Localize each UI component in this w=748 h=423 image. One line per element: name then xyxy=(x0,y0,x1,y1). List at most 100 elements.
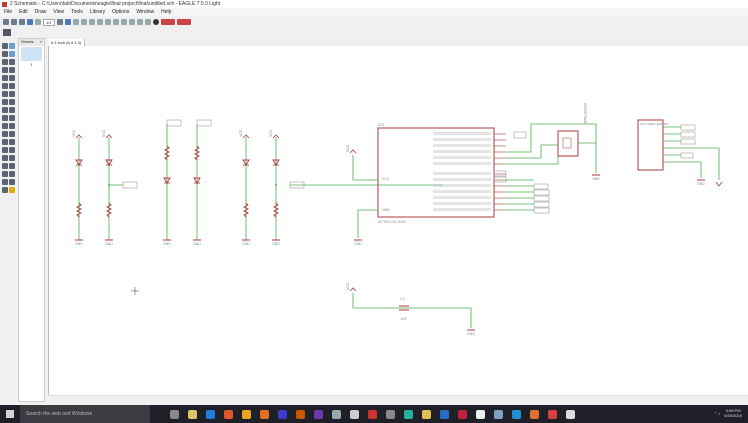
taskbar-app-icon[interactable] xyxy=(386,409,395,419)
zoom-out-icon[interactable] xyxy=(96,19,103,25)
taskbar-app-icon[interactable] xyxy=(242,409,251,419)
ic1[interactable]: IC1 ATTINY44-SSU VCC GND xyxy=(377,122,534,224)
erc-icon[interactable] xyxy=(2,179,8,185)
sheet-icon[interactable] xyxy=(3,29,11,36)
zoom-select[interactable]: 1/1 xyxy=(43,18,55,26)
taskbar-app-icon[interactable] xyxy=(476,409,485,419)
taskbar-app-icon[interactable] xyxy=(350,409,359,419)
add-icon[interactable] xyxy=(2,91,8,97)
grid-info-tab[interactable]: 0.1 inch (6.4 1.3) xyxy=(48,38,86,46)
save-icon[interactable] xyxy=(11,19,17,25)
undo-icon[interactable] xyxy=(120,19,127,25)
sheet-thumbnail[interactable] xyxy=(21,47,42,61)
taskbar-app-icon[interactable] xyxy=(404,409,413,419)
group-icon[interactable] xyxy=(2,75,8,81)
close-icon[interactable]: × xyxy=(40,39,42,46)
eye-icon[interactable] xyxy=(9,43,15,49)
text-icon[interactable] xyxy=(9,131,15,137)
taskbar-app-icon[interactable] xyxy=(260,409,269,419)
taskbar-search[interactable]: Search the web and Windows xyxy=(20,405,150,423)
menu-edit[interactable]: Edit xyxy=(19,9,28,15)
print-icon[interactable] xyxy=(19,19,25,25)
clock[interactable]: 5:08 PM 6/30/2016 xyxy=(724,408,742,418)
warning-icon[interactable] xyxy=(9,187,15,193)
network-icon[interactable]: ⌃ ♪ xyxy=(714,411,720,416)
menu-draw[interactable]: Draw xyxy=(35,9,47,15)
taskbar-app-icon[interactable] xyxy=(458,409,467,419)
menu-options[interactable]: Options xyxy=(112,9,129,15)
junction-icon[interactable] xyxy=(2,163,8,169)
errors-icon[interactable] xyxy=(9,179,15,185)
zoom-select-icon[interactable] xyxy=(112,19,119,25)
taskbar-app-icon[interactable] xyxy=(512,409,521,419)
script-icon[interactable] xyxy=(72,19,79,25)
wire-icon[interactable] xyxy=(2,131,8,137)
board-icon[interactable] xyxy=(35,19,41,25)
zoom-in-icon[interactable] xyxy=(88,19,95,25)
replace-icon[interactable] xyxy=(2,99,8,105)
frame-icon[interactable] xyxy=(2,187,8,193)
taskbar-app-icon[interactable] xyxy=(332,409,341,419)
paste-icon[interactable] xyxy=(2,83,8,89)
smash-icon[interactable] xyxy=(9,107,15,113)
horizontal-scrollbar[interactable] xyxy=(48,395,748,402)
rect-icon[interactable] xyxy=(2,147,8,153)
taskbar-app-icon[interactable] xyxy=(548,409,557,419)
taskbar-app-icon[interactable] xyxy=(278,409,287,419)
split-icon[interactable] xyxy=(2,115,8,121)
rotate-icon[interactable] xyxy=(9,67,15,73)
menu-view[interactable]: View xyxy=(53,9,64,15)
layers-icon[interactable] xyxy=(64,19,71,25)
invoke-icon[interactable] xyxy=(2,123,8,129)
net-icon[interactable] xyxy=(9,155,15,161)
cam-icon[interactable] xyxy=(27,19,33,25)
pinswap-icon[interactable] xyxy=(9,91,15,97)
taskbar-app-icon[interactable] xyxy=(296,409,305,419)
move-icon[interactable] xyxy=(2,59,8,65)
schematic-canvas[interactable]: VCC GND VCC GND VCC GND VCC GND GND GND IC1 ATTIN… xyxy=(48,46,748,395)
design-link-icon[interactable] xyxy=(160,19,175,25)
dimension-icon[interactable] xyxy=(9,171,15,177)
name-icon[interactable] xyxy=(9,99,15,105)
taskbar-app-icon[interactable] xyxy=(440,409,449,419)
copy-icon[interactable] xyxy=(9,59,15,65)
menu-library[interactable]: Library xyxy=(90,9,105,15)
attribute-icon[interactable] xyxy=(2,171,8,177)
change-icon[interactable] xyxy=(9,75,15,81)
capacitor-c1[interactable]: C1 1uF xyxy=(399,296,409,321)
taskbar-app-icon[interactable] xyxy=(530,409,539,419)
zoom-fit-icon[interactable] xyxy=(80,19,87,25)
taskbar-app-icon[interactable] xyxy=(566,409,575,419)
miter-icon[interactable] xyxy=(9,115,15,121)
taskbar-app-icon[interactable] xyxy=(314,409,323,419)
ltc-icon[interactable] xyxy=(176,19,191,25)
taskbar-app-icon[interactable] xyxy=(422,409,431,419)
taskbar-app-icon[interactable] xyxy=(494,409,503,419)
delete-icon[interactable] xyxy=(9,83,15,89)
info-icon[interactable] xyxy=(2,43,8,49)
ftdi-connector[interactable]: FTDI-SMD-HEADER xyxy=(637,119,669,171)
help-icon[interactable] xyxy=(152,19,159,25)
bus-icon[interactable] xyxy=(2,155,8,161)
arc-icon[interactable] xyxy=(9,139,15,145)
polygon-icon[interactable] xyxy=(9,147,15,153)
taskbar-app-icon[interactable] xyxy=(170,409,179,419)
menu-file[interactable]: File xyxy=(4,9,12,15)
redo-icon[interactable] xyxy=(128,19,135,25)
menu-window[interactable]: Window xyxy=(136,9,154,15)
wrench-icon[interactable] xyxy=(2,51,8,57)
gate-icon[interactable] xyxy=(9,123,15,129)
stop-icon[interactable] xyxy=(136,19,143,25)
avrisp-header[interactable]: AVRISPSMD xyxy=(557,103,587,157)
mirror-icon[interactable] xyxy=(2,67,8,73)
zoom-redraw-icon[interactable] xyxy=(104,19,111,25)
layer-icon[interactable] xyxy=(9,51,15,57)
taskbar-app-icon[interactable] xyxy=(224,409,233,419)
menu-help[interactable]: Help xyxy=(161,9,171,15)
circle-icon[interactable] xyxy=(2,139,8,145)
go-icon[interactable] xyxy=(144,19,151,25)
grid-icon[interactable] xyxy=(56,19,63,25)
open-icon[interactable] xyxy=(3,19,9,25)
taskbar-app-icon[interactable] xyxy=(206,409,215,419)
taskbar-app-icon[interactable] xyxy=(368,409,377,419)
